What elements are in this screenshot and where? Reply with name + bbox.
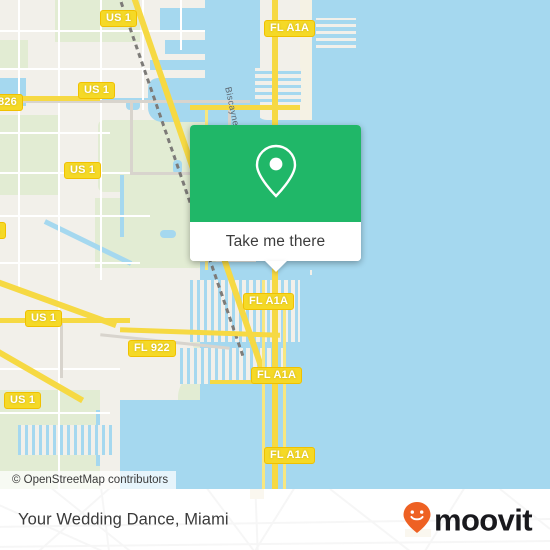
map-marina-slips-5: [316, 18, 356, 48]
road-shield-fla1a-a: FL A1A: [264, 20, 316, 37]
road-shield-us1-d: US 1: [25, 310, 63, 327]
page-title: Your Wedding Dance, Miami: [18, 510, 229, 528]
map-street-grid-h1: [0, 30, 205, 32]
map-attribution[interactable]: © OpenStreetMap contributors: [0, 471, 177, 489]
location-pin-icon: [253, 142, 299, 205]
moovit-wordmark: moovit: [433, 502, 533, 537]
map-marina-slips-4: [255, 68, 301, 102]
map-marina-slips-3: [18, 425, 114, 455]
road-shield-826: 826: [0, 94, 23, 111]
map-water-canal-vertical: [120, 175, 124, 237]
moovit-pin-icon: [402, 500, 432, 539]
map-street-grid-h5: [0, 215, 150, 217]
road-shield-us1-a: US 1: [100, 10, 138, 27]
road-shield-us1-c: US 1: [64, 162, 102, 179]
map-street-grid-v3: [100, 0, 102, 280]
road-shield-us1-e: US 1: [4, 392, 42, 409]
map-street-grid-v2: [58, 0, 60, 489]
road-shield-clipped: 1: [0, 222, 7, 239]
destination-popup-card[interactable]: Take me there: [190, 125, 361, 272]
map-page: Biscayne Bay US 1FL A1AUS 1826US 11US 1F…: [0, 0, 550, 550]
road-shield-fla1a-b: FL A1A: [243, 293, 295, 310]
road-shield-fl922: FL 922: [128, 340, 176, 357]
map-park-west: [0, 115, 60, 195]
map-street-grid-h3: [0, 132, 110, 134]
map-street-grid-h2: [0, 68, 150, 70]
map-street-grid-h8: [0, 412, 110, 414]
map-street-grid-v1: [18, 0, 20, 290]
map-road-secondary-2: [130, 100, 133, 175]
road-shield-fla1a-d: FL A1A: [264, 447, 316, 464]
popup-card-header: [190, 125, 361, 222]
map-park-nw: [0, 40, 28, 68]
map-water-small-island: [162, 430, 188, 446]
map-water-inlet-b: [165, 40, 213, 54]
map-street-grid-h6: [0, 262, 140, 264]
take-me-there-button-label: Take me there: [225, 232, 326, 250]
moovit-logo[interactable]: moovit: [402, 500, 533, 539]
road-shield-us1-b: US 1: [78, 82, 116, 99]
map-water-inlet-a: [160, 8, 212, 30]
map-highway-826b: [0, 318, 130, 323]
map-water-pond-c: [160, 230, 176, 238]
map-road-secondary-6: [60, 318, 63, 378]
popup-card-tail: [264, 261, 287, 272]
map-street-grid-v5: [180, 0, 182, 50]
road-shield-fla1a-c: FL A1A: [251, 367, 303, 384]
popup-card-footer[interactable]: Take me there: [190, 222, 361, 272]
page-footer: Your Wedding Dance, Miami moovit: [0, 489, 550, 550]
